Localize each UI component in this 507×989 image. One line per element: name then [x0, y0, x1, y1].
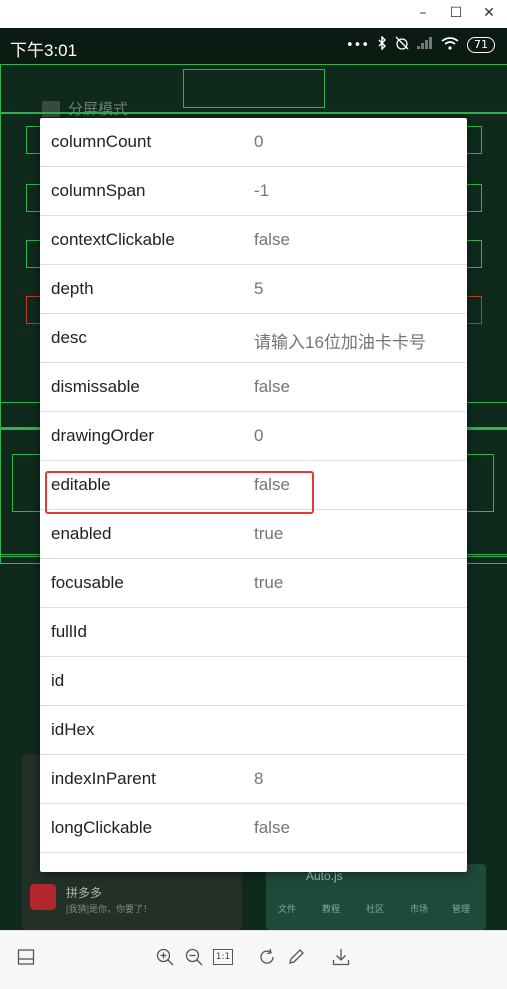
zoom-in-button[interactable] [154, 946, 176, 968]
download-button[interactable] [330, 946, 352, 968]
property-key: drawingOrder [51, 426, 154, 445]
viewer-toolbar: 1:1 [0, 930, 507, 989]
app-icon [30, 884, 56, 910]
autojs-tab: 管理 [452, 904, 471, 914]
rotate-button[interactable] [256, 946, 278, 968]
edit-button[interactable] [285, 946, 307, 968]
zoom-out-icon [185, 948, 203, 966]
property-key: indexInParent [51, 769, 156, 788]
property-key: enabled [51, 524, 112, 543]
property-row-desc[interactable]: desc 请输入16位加油卡卡号 [40, 314, 467, 363]
actual-size-icon: 1:1 [212, 949, 234, 965]
property-row-columnSpan[interactable]: columnSpan -1 [40, 167, 467, 216]
actual-size-button[interactable]: 1:1 [212, 946, 234, 968]
autojs-tab: 市场 [410, 904, 429, 914]
app-name: 拼多多 [66, 886, 103, 900]
property-row-drawingOrder[interactable]: drawingOrder 0 [40, 412, 467, 461]
property-row-idHex[interactable]: idHex [40, 706, 467, 755]
highlight-box [45, 471, 314, 514]
status-time: 下午3:01 [10, 41, 78, 60]
property-row-depth[interactable]: depth 5 [40, 265, 467, 314]
autojs-card [266, 864, 486, 930]
maximize-button[interactable]: ☐ [445, 4, 467, 22]
property-key: desc [51, 328, 87, 347]
app-desc: [我猜]是你，你要了！ [66, 904, 153, 914]
autojs-tab: 教程 [322, 904, 341, 914]
autojs-tab: 文件 [278, 904, 297, 914]
property-key: idHex [51, 720, 95, 739]
more-dots-icon: ••• [345, 37, 369, 53]
property-value: 0 [254, 426, 264, 445]
property-row-contextClickable[interactable]: contextClickable false [40, 216, 467, 265]
battery-indicator: 71 [467, 37, 495, 53]
property-key: contextClickable [51, 230, 175, 249]
property-key: fullId [51, 622, 87, 641]
property-row-enabled[interactable]: enabled true [40, 510, 467, 559]
phone-screen: 下午3:01 ••• 71 分屏模式 拼多多 [我猜]是你，你要了！ Auto.… [0, 28, 507, 930]
close-icon: ✕ [483, 5, 495, 21]
property-value: 请输入16位加油卡卡号 [254, 333, 426, 352]
alarm-off-icon [395, 36, 409, 54]
property-value: 0 [254, 132, 264, 151]
property-key: id [51, 671, 65, 690]
property-key: columnCount [51, 132, 152, 151]
minimize-button[interactable]: – [412, 4, 434, 22]
property-row-id[interactable]: id [40, 657, 467, 706]
property-row-columnCount[interactable]: columnCount 0 [40, 118, 467, 167]
layout-toggle-button[interactable] [15, 946, 37, 968]
property-value: false [254, 230, 290, 249]
signal-icon [417, 37, 433, 53]
property-key: depth [51, 279, 94, 298]
bluetooth-icon [377, 35, 387, 54]
rotate-icon [260, 948, 274, 964]
property-row-dismissable[interactable]: dismissable false [40, 363, 467, 412]
layout-bound-box [183, 69, 325, 108]
close-button[interactable]: ✕ [478, 4, 500, 22]
maximize-icon: ☐ [449, 5, 463, 21]
status-bar: 下午3:01 ••• 71 [0, 28, 507, 64]
property-value: true [254, 524, 284, 543]
property-value: -1 [254, 181, 270, 200]
property-key: columnSpan [51, 181, 146, 200]
status-icons: ••• 71 [345, 35, 495, 54]
zoom-in-icon [156, 948, 174, 966]
property-key: longClickable [51, 818, 153, 837]
edit-icon [289, 949, 304, 964]
property-key: focusable [51, 573, 124, 592]
node-properties-dialog[interactable]: columnCount 0 columnSpan -1 contextClickable… [40, 118, 467, 872]
property-row-focusable[interactable]: focusable true [40, 559, 467, 608]
property-row-indexInParent[interactable]: indexInParent 8 [40, 755, 467, 804]
property-key: dismissable [51, 377, 140, 396]
property-value: true [254, 573, 284, 592]
property-value: 8 [254, 769, 264, 788]
layout-icon [17, 949, 35, 965]
property-value: false [254, 818, 290, 837]
property-row-fullId[interactable]: fullId [40, 608, 467, 657]
wifi-icon [441, 36, 459, 54]
property-row-longClickable[interactable]: longClickable false [40, 804, 467, 853]
property-value: false [254, 377, 290, 396]
zoom-out-button[interactable] [183, 946, 205, 968]
download-icon [332, 949, 350, 966]
window-title-bar: – ☐ ✕ [0, 0, 507, 28]
autojs-tab: 社区 [366, 904, 385, 914]
property-value: 5 [254, 279, 264, 298]
minimize-icon: – [419, 5, 427, 21]
